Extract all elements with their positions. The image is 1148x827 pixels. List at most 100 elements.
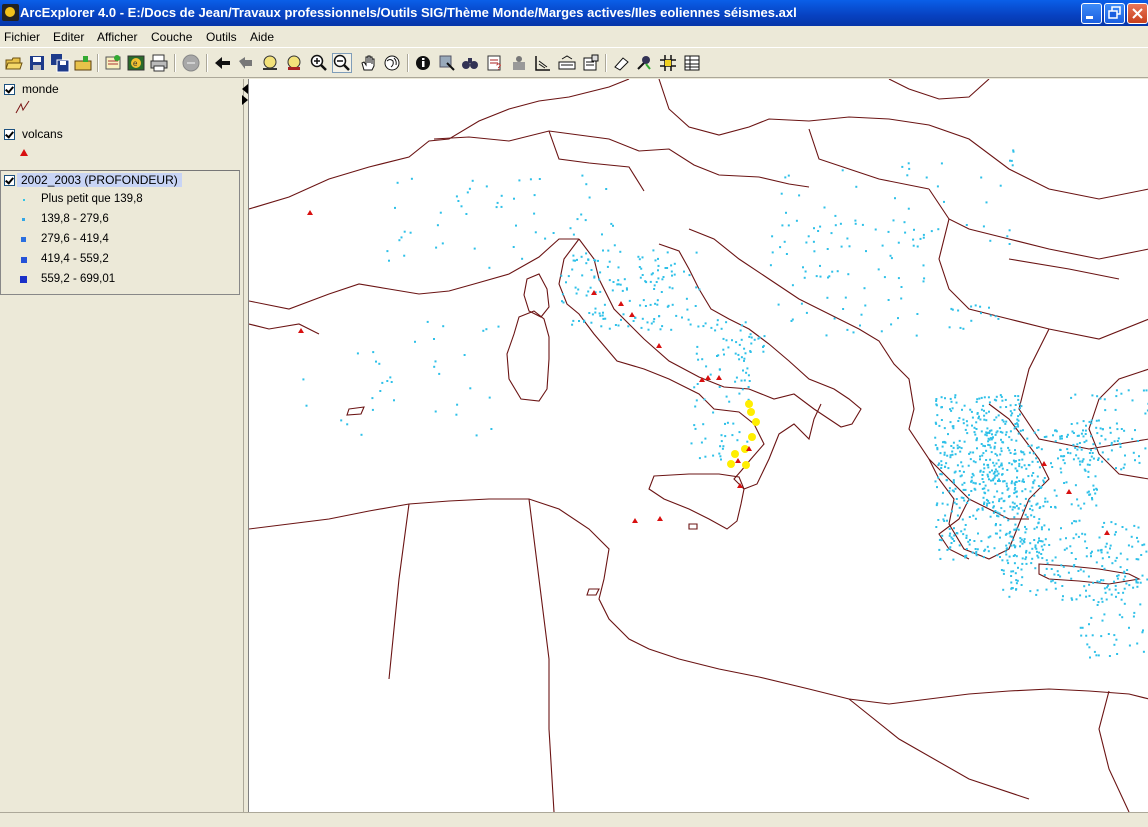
app-icon[interactable] <box>2 4 19 21</box>
earthquake-point <box>994 468 997 471</box>
stop-icon[interactable] <box>181 53 201 73</box>
grid-icon[interactable] <box>658 53 678 73</box>
earthquake-point <box>925 176 928 179</box>
print-icon[interactable] <box>149 53 169 73</box>
close-button[interactable] <box>1127 3 1148 24</box>
earthquake-point <box>998 465 1001 468</box>
earthquake-point <box>1095 419 1098 422</box>
earthquake-point <box>414 340 416 343</box>
earthquake-point <box>950 307 953 310</box>
tool-icon[interactable] <box>634 53 654 73</box>
globe-icon[interactable] <box>382 53 402 73</box>
menu-outils[interactable]: Outils <box>206 30 237 44</box>
menu-fichier[interactable]: Fichier <box>4 30 40 44</box>
earthquake-point <box>994 441 997 444</box>
earthquake-point <box>1020 584 1023 586</box>
earthquake-points <box>302 149 1148 659</box>
earthquake-point <box>1043 477 1046 479</box>
earthquake-point <box>960 530 963 533</box>
measure-icon[interactable] <box>533 53 553 73</box>
add-image-icon[interactable]: e <box>126 53 146 73</box>
earthquake-point <box>949 397 952 400</box>
earthquake-point <box>1119 443 1122 446</box>
highlighted-earthquake <box>742 461 750 469</box>
earthquake-point <box>473 247 476 250</box>
earthquake-point <box>626 288 628 291</box>
find-icon[interactable] <box>460 53 480 73</box>
menu-aide[interactable]: Aide <box>250 30 274 44</box>
select-icon[interactable] <box>437 53 457 73</box>
table-icon[interactable] <box>682 53 702 73</box>
identify-icon[interactable] <box>413 53 433 73</box>
back-extent-icon[interactable] <box>213 53 233 73</box>
earthquake-point <box>1021 562 1024 565</box>
volcano-icon <box>1041 461 1047 466</box>
earthquake-point <box>689 323 692 326</box>
open-folder-icon[interactable] <box>73 53 93 73</box>
earthquake-point <box>1088 463 1091 466</box>
save-all-icon[interactable] <box>50 53 70 73</box>
earthquake-point <box>1029 542 1032 545</box>
map-canvas[interactable] <box>249 79 1148 812</box>
open-icon[interactable] <box>4 53 24 73</box>
save-icon[interactable] <box>27 53 47 73</box>
earthquake-point <box>1000 447 1003 450</box>
earthquake-point <box>934 444 937 447</box>
earthquake-point <box>500 194 503 197</box>
earthquake-point <box>944 397 946 400</box>
zoom-out-icon[interactable] <box>332 53 352 73</box>
pan-icon[interactable] <box>358 53 378 73</box>
earthquake-point <box>988 471 991 474</box>
layer-monde-checkbox[interactable] <box>4 84 15 95</box>
earthquake-point <box>518 179 521 182</box>
query-icon[interactable]: ? <box>485 53 505 73</box>
layer-seismes-checkbox[interactable] <box>4 175 15 186</box>
earthquake-point <box>1072 443 1075 446</box>
earthquake-point <box>986 432 989 434</box>
earthquake-point <box>651 272 654 275</box>
earthquake-point <box>1099 427 1102 430</box>
earthquake-point <box>1024 513 1027 516</box>
zoom-in-icon[interactable] <box>309 53 329 73</box>
layer-seismes[interactable]: 2002_2003 (PROFONDEUR) Plus petit que 13… <box>0 170 240 295</box>
earthquake-point <box>439 211 442 214</box>
earthquake-point <box>670 264 673 267</box>
earthquake-point <box>954 487 957 490</box>
erase-icon[interactable] <box>611 53 631 73</box>
menu-couche[interactable]: Couche <box>151 30 192 44</box>
earthquake-point <box>403 230 406 233</box>
restore-button[interactable] <box>1104 3 1125 24</box>
earthquake-point <box>738 431 741 434</box>
earthquake-point <box>1085 547 1088 549</box>
earthquake-point <box>825 334 828 337</box>
hyperlink-icon[interactable] <box>509 53 529 73</box>
earthquake-point <box>1000 507 1003 510</box>
earthquake-point <box>646 321 649 324</box>
layer-volcans-checkbox[interactable] <box>4 129 15 140</box>
properties-icon[interactable] <box>581 53 601 73</box>
earthquake-point <box>1078 460 1081 463</box>
earthquake-point <box>962 418 965 421</box>
menu-afficher[interactable]: Afficher <box>97 30 137 44</box>
earthquake-point <box>1136 581 1139 584</box>
earthquake-point <box>1094 492 1097 495</box>
add-layer-icon[interactable] <box>103 53 123 73</box>
earthquake-point <box>958 439 961 442</box>
earthquake-point <box>948 527 951 530</box>
forward-extent-icon[interactable] <box>236 53 256 73</box>
graticule-icon[interactable] <box>557 53 577 73</box>
earthquake-point <box>1032 452 1035 455</box>
map-view[interactable] <box>248 79 1148 812</box>
minimize-button[interactable] <box>1081 3 1102 24</box>
earthquake-point <box>735 341 738 344</box>
menu-editer[interactable]: Editer <box>53 30 84 44</box>
earthquake-point <box>654 302 657 305</box>
full-extent-icon[interactable] <box>260 53 280 73</box>
earthquake-point <box>743 379 746 382</box>
earthquake-point <box>634 316 637 319</box>
earthquake-point <box>1110 521 1113 524</box>
earthquake-point <box>1104 409 1107 412</box>
zoom-layer-icon[interactable] <box>284 53 304 73</box>
earthquake-point <box>1103 521 1106 524</box>
highlighted-earthquake <box>745 400 753 408</box>
